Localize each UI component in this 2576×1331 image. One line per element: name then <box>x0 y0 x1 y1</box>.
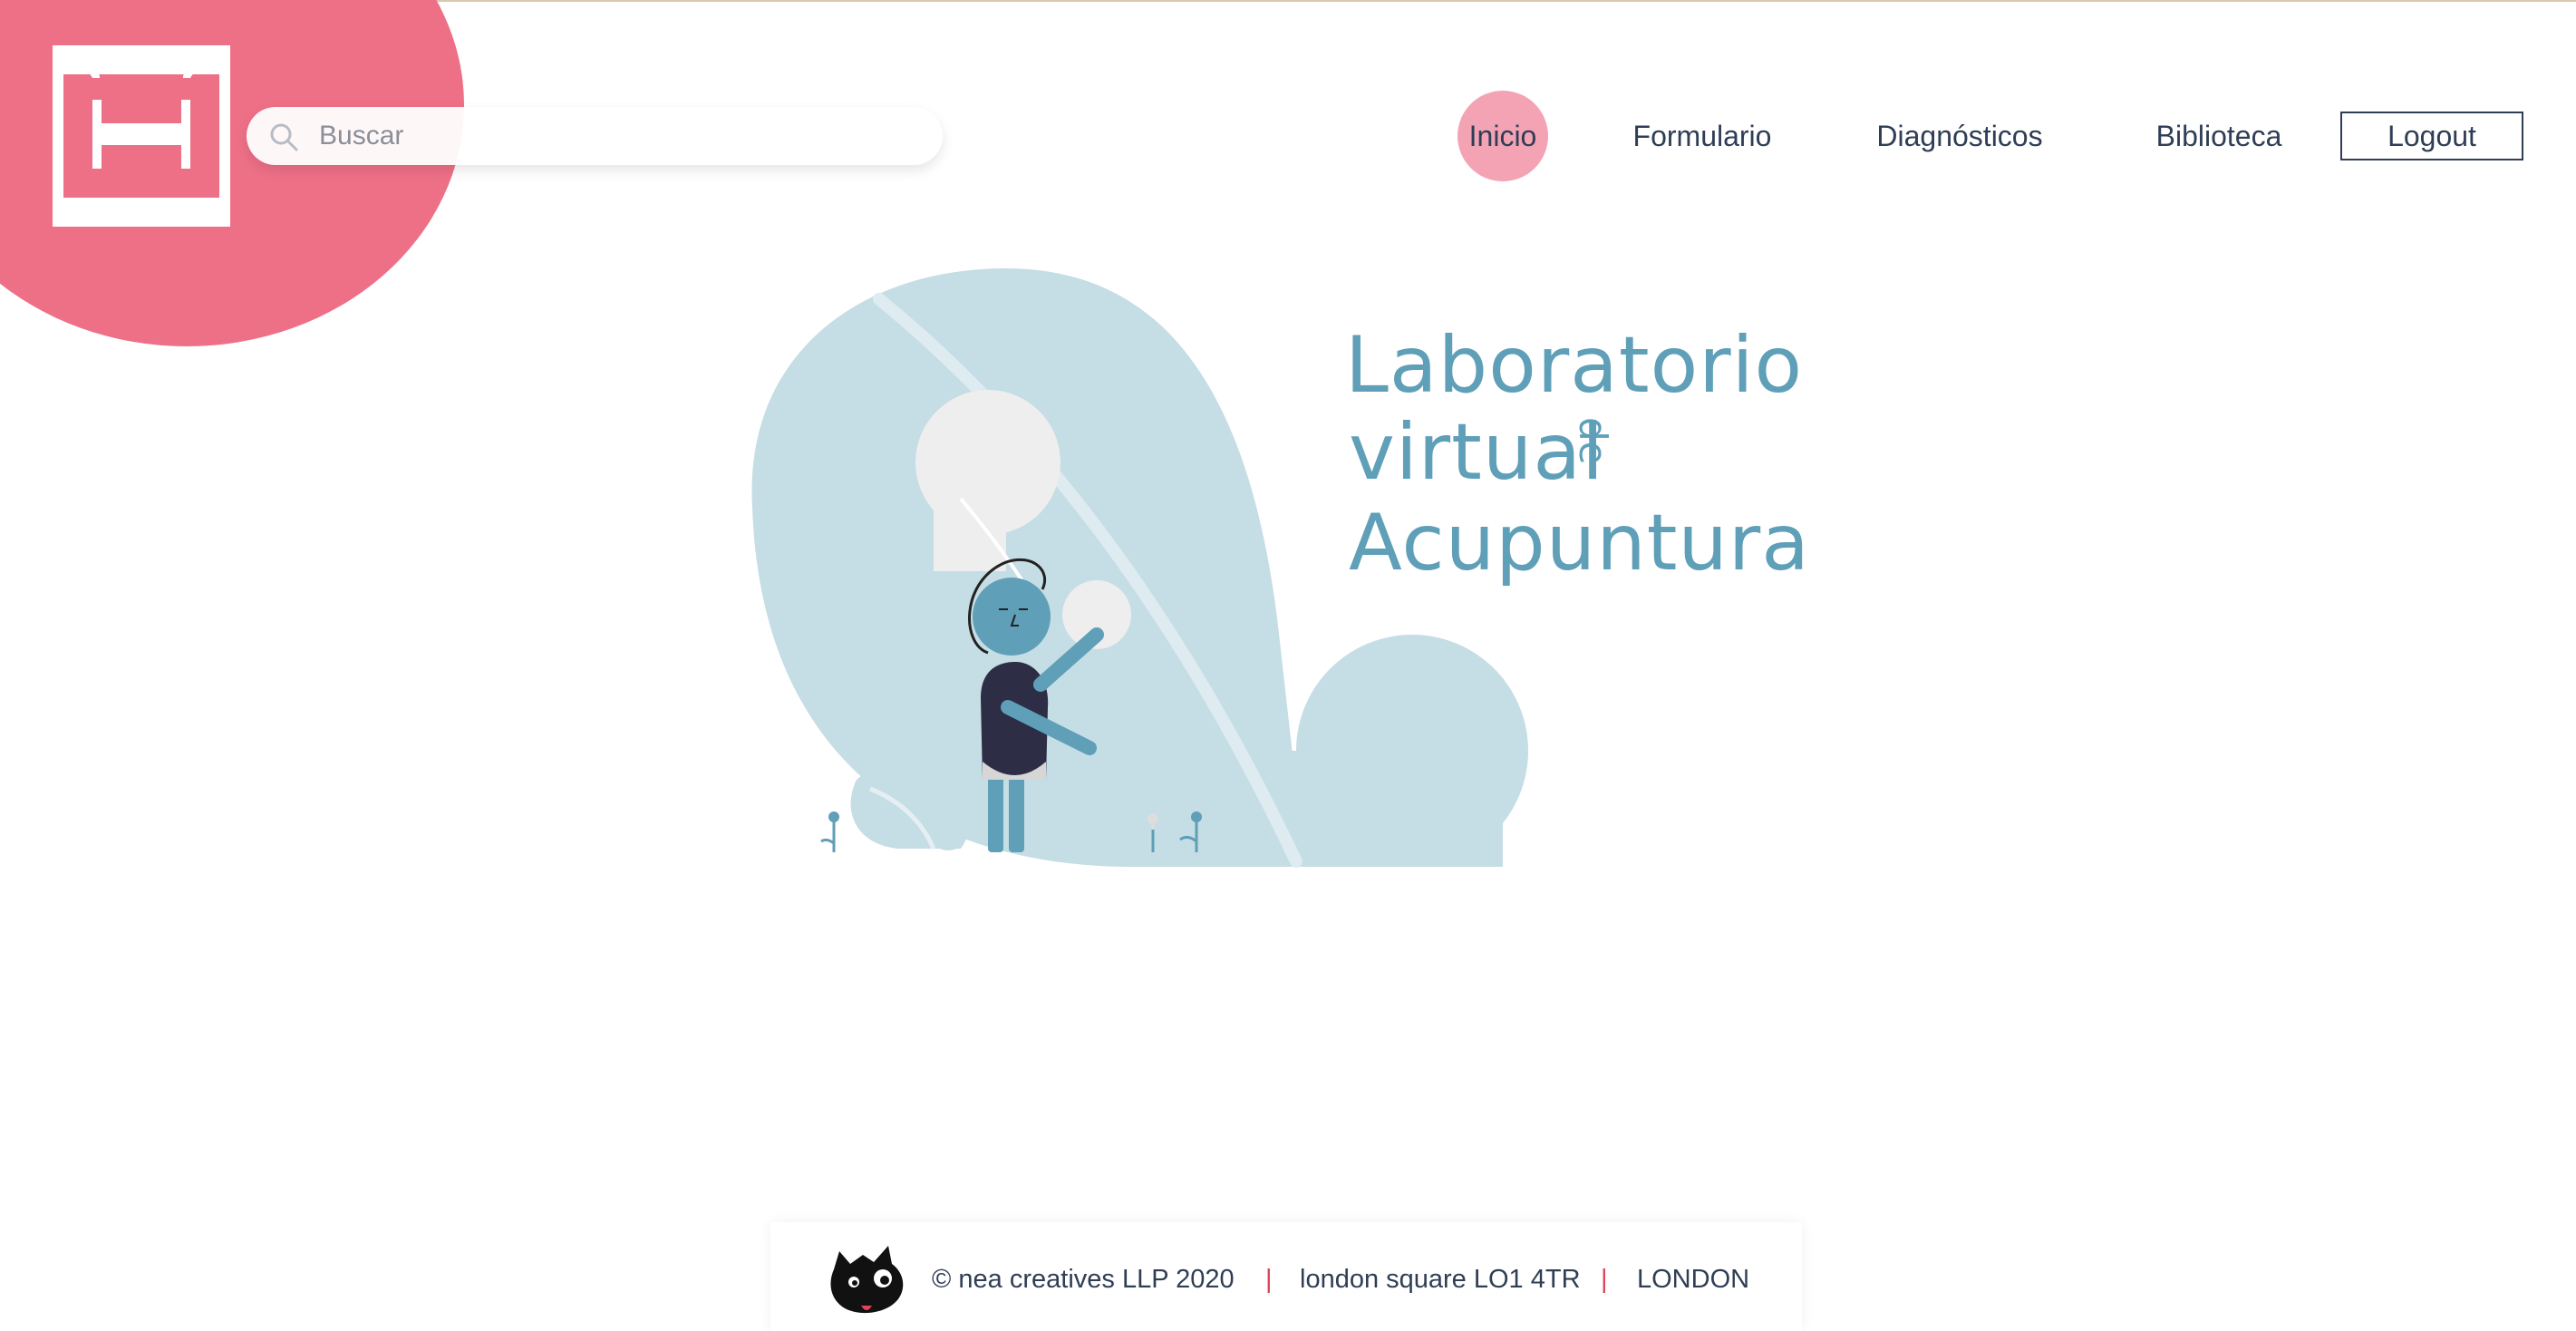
xi-logo-icon[interactable] <box>53 45 230 227</box>
hero-title-de: de <box>1571 417 1615 465</box>
search-input[interactable] <box>319 114 899 158</box>
logout-button[interactable]: Logout <box>2340 112 2523 160</box>
nav-item-label: Formulario <box>1632 120 1772 152</box>
nav-item-label: Inicio <box>1468 120 1537 152</box>
footer: © nea creatives LLP 2020 | london square… <box>770 1222 1802 1331</box>
cat-mascot-icon <box>830 1246 904 1314</box>
footer-city: LONDON <box>1637 1265 1750 1294</box>
footer-separator: | <box>1601 1265 1608 1294</box>
footer-copyright: © nea creatives LLP 2020 <box>932 1265 1235 1294</box>
footer-separator: | <box>1265 1265 1273 1294</box>
nav-item-formulario[interactable]: Formulario <box>1603 91 1802 181</box>
footer-address: london square LO1 4TR <box>1300 1265 1581 1294</box>
nav-item-diagnosticos[interactable]: Diagnósticos <box>1855 91 2065 181</box>
nav-item-label: Biblioteca <box>2155 120 2282 152</box>
hero-title-line-2: virtual <box>1349 407 1604 498</box>
nav-item-label: Diagnósticos <box>1876 120 2043 152</box>
nav-item-biblioteca[interactable]: Biblioteca <box>2137 91 2300 181</box>
search-icon[interactable] <box>268 121 299 152</box>
hero-title-line-3: Acupuntura <box>1349 498 1810 588</box>
hero-title-line-1: Laboratorio <box>1345 320 1804 411</box>
search-bar[interactable] <box>247 107 943 165</box>
nav-item-inicio[interactable]: Inicio <box>1457 91 1548 181</box>
